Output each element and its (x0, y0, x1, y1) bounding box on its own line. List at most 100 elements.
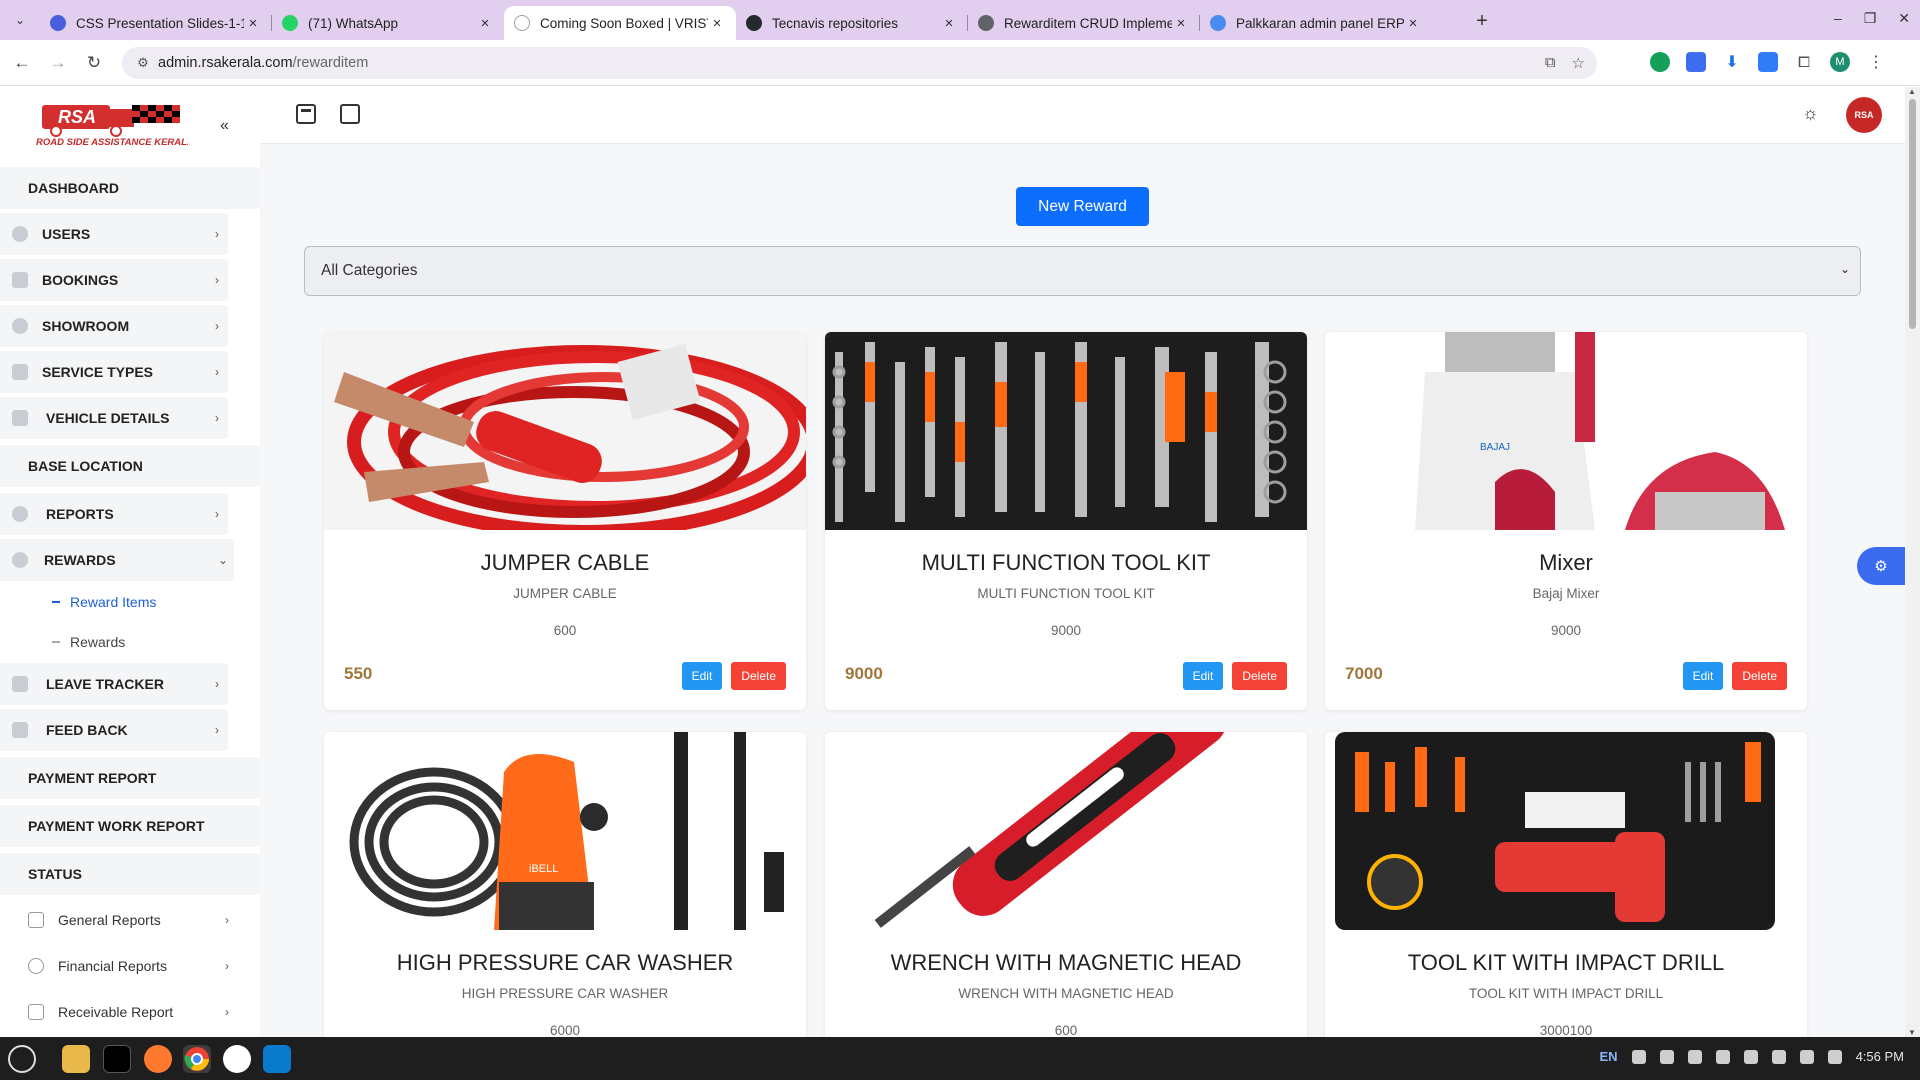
rsa-logo[interactable]: RSA ROAD SIDE ASSISTANCE KERALA (36, 101, 194, 148)
page-scrollbar[interactable]: ▲ ▼ (1905, 87, 1920, 1037)
site-info-icon[interactable]: ⚙ (128, 55, 158, 71)
download-manager-extension-icon[interactable] (1758, 52, 1778, 72)
browser-tab[interactable]: (71) WhatsApp × (272, 6, 504, 40)
close-tab-icon[interactable]: × (940, 15, 958, 32)
forward-icon[interactable]: → (48, 53, 68, 73)
close-tab-icon[interactable]: × (1404, 15, 1422, 32)
calendar-check-icon[interactable] (340, 104, 360, 124)
minimize-icon[interactable]: – (1834, 10, 1842, 27)
keyboard-language[interactable]: EN (1600, 1049, 1618, 1064)
reward-card: JUMPER CABLE JUMPER CABLE 600 550 Edit D… (324, 332, 806, 710)
reload-icon[interactable]: ↻ (84, 53, 104, 73)
sidebar-subitem-rewards[interactable]: Rewards (52, 634, 125, 650)
sidebar-item-payment-report[interactable]: PAYMENT REPORT (0, 757, 260, 799)
shield-favicon-icon (50, 15, 66, 31)
sidebar-item-rewards[interactable]: REWARDS ⌄ (0, 539, 234, 581)
grammarly-extension-icon[interactable] (1650, 52, 1670, 72)
clock[interactable]: 4:56 PM (1856, 1049, 1904, 1064)
profile-avatar[interactable]: M (1830, 52, 1850, 72)
tab-search-menu-icon[interactable]: ⌄ (8, 8, 32, 32)
security-shield-icon[interactable] (1687, 1049, 1702, 1064)
sidebar-item-receivable-report[interactable]: Receivable Report › (0, 991, 238, 1033)
delete-button[interactable]: Delete (1232, 662, 1287, 690)
mongodb-compass-icon[interactable] (223, 1045, 251, 1073)
scroll-up-icon[interactable]: ▲ (1908, 87, 1916, 96)
vscode-icon[interactable] (263, 1045, 291, 1073)
clipboard-icon[interactable] (1659, 1049, 1674, 1064)
theme-toggle-sun-icon[interactable]: ☼ (1802, 103, 1819, 124)
battery-icon[interactable] (1827, 1049, 1842, 1064)
reward-price: 9000 (845, 664, 883, 683)
settings-gear-icon[interactable]: ⚙ (1857, 547, 1905, 585)
address-bar[interactable]: ⚙ admin.rsakerala.com/rewarditem ⧉ ☆ (122, 47, 1597, 79)
sidebar-item-leave-tracker[interactable]: LEAVE TRACKER › (0, 663, 228, 705)
url-text[interactable]: admin.rsakerala.com/rewarditem (158, 55, 368, 71)
sidebar-item-feed-back[interactable]: FEED BACK › (0, 709, 228, 751)
list-icon (12, 364, 28, 380)
volume-icon[interactable] (1799, 1049, 1814, 1064)
sidebar-item-bookings[interactable]: BOOKINGS › (0, 259, 228, 301)
edit-button[interactable]: Edit (681, 662, 723, 690)
reward-points: 9000 (1050, 623, 1082, 638)
scrollbar-thumb[interactable] (1909, 99, 1916, 329)
browser-tab[interactable]: Rewarditem CRUD Impleme × (968, 6, 1200, 40)
translate-extension-icon[interactable] (1686, 52, 1706, 72)
restore-icon[interactable]: ❐ (1864, 10, 1877, 27)
dollar-icon (12, 506, 28, 522)
sidebar-item-general-reports[interactable]: General Reports › (0, 899, 238, 941)
sidebar-item-showroom[interactable]: SHOWROOM › (0, 305, 228, 347)
loading-favicon-icon (1210, 15, 1226, 31)
printer-icon[interactable] (1743, 1049, 1758, 1064)
browser-tab-active[interactable]: Coming Soon Boxed | VRISTO × (504, 6, 736, 40)
close-window-icon[interactable]: ✕ (1898, 10, 1910, 27)
location-icon[interactable] (1715, 1049, 1730, 1064)
terminal-icon[interactable] (103, 1045, 131, 1073)
system-tray: EN 4:56 PM (1600, 1049, 1904, 1064)
file-manager-icon[interactable] (62, 1045, 90, 1073)
svg-text:ROAD SIDE ASSISTANCE KERALA: ROAD SIDE ASSISTANCE KERALA (36, 137, 188, 147)
scroll-down-icon[interactable]: ▼ (1908, 1028, 1916, 1037)
sidebar-item-reports[interactable]: REPORTS › (0, 493, 228, 535)
new-tab-button[interactable]: + (1470, 10, 1494, 33)
edit-button[interactable]: Edit (1182, 662, 1224, 690)
sidebar-item-financial-reports[interactable]: Financial Reports › (0, 945, 238, 987)
user-avatar[interactable]: RSA (1846, 97, 1882, 133)
sidebar-item-users[interactable]: USERS › (0, 213, 228, 255)
calculator-icon[interactable] (296, 104, 316, 124)
sidebar-item-payment-work-report[interactable]: PAYMENT WORK REPORT (0, 805, 260, 847)
chevron-right-icon: › (215, 411, 219, 425)
delete-button[interactable]: Delete (1732, 662, 1787, 690)
sidebar-item-dashboard[interactable]: DASHBOARD (0, 167, 260, 209)
chrome-icon[interactable] (183, 1045, 211, 1073)
bluetooth-icon[interactable] (1631, 1049, 1646, 1064)
collapse-sidebar-icon[interactable]: « (220, 117, 229, 135)
reward-points: 6000 (549, 1023, 581, 1037)
browser-tab[interactable]: CSS Presentation Slides-1-10 × (40, 6, 272, 40)
sidebar-item-base-location[interactable]: BASE LOCATION (0, 445, 260, 487)
chevron-right-icon: › (215, 723, 219, 737)
delete-button[interactable]: Delete (731, 662, 786, 690)
close-tab-icon[interactable]: × (1172, 15, 1190, 32)
close-tab-icon[interactable]: × (244, 15, 262, 32)
back-icon[interactable]: ← (12, 53, 32, 73)
bookmark-star-icon[interactable]: ☆ (1572, 54, 1585, 72)
close-tab-icon[interactable]: × (708, 15, 726, 32)
extensions-puzzle-icon[interactable]: ⧠ (1794, 52, 1814, 72)
reward-title: JUMPER CABLE (480, 550, 650, 575)
new-reward-button[interactable]: New Reward (1016, 187, 1149, 226)
sidebar-item-status[interactable]: STATUS (0, 853, 260, 895)
firefox-icon[interactable] (144, 1045, 172, 1073)
edit-button[interactable]: Edit (1682, 662, 1724, 690)
browser-menu-icon[interactable]: ⋮ (1866, 52, 1886, 72)
close-tab-icon[interactable]: × (476, 15, 494, 32)
sidebar-item-service-types[interactable]: SERVICE TYPES › (0, 351, 228, 393)
sidebar-item-vehicle-details[interactable]: VEHICLE DETAILS › (0, 397, 228, 439)
start-menu-icon[interactable] (8, 1045, 36, 1073)
install-app-icon[interactable]: ⧉ (1545, 54, 1556, 72)
category-select[interactable]: All Categories ⌄ (304, 246, 1861, 296)
browser-tab[interactable]: Tecnavis repositories × (736, 6, 968, 40)
sidebar-subitem-reward-items[interactable]: Reward Items (52, 594, 156, 610)
wifi-icon[interactable] (1771, 1049, 1786, 1064)
download-icon[interactable]: ⬇ (1722, 52, 1742, 72)
browser-tab[interactable]: Palkkaran admin panel ERP × (1200, 6, 1432, 40)
